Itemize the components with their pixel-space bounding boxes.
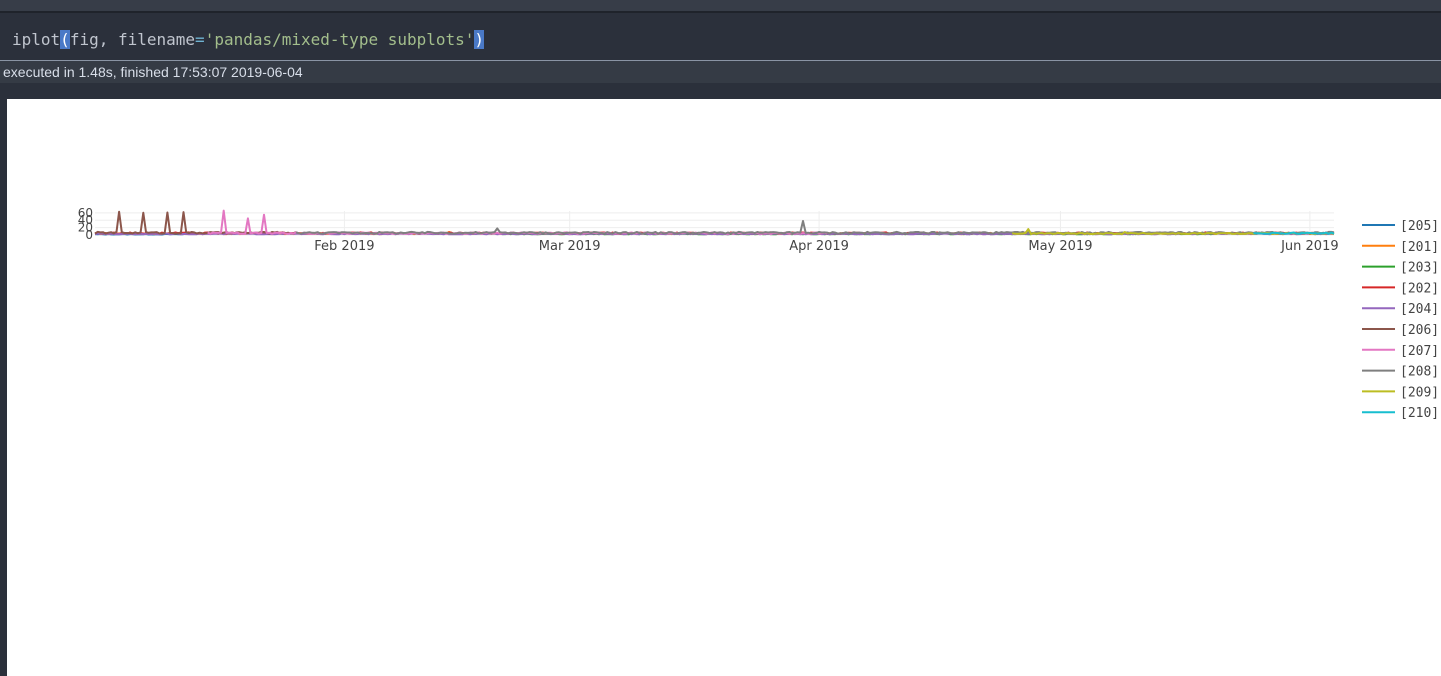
line-chart[interactable]: 0204060Feb 2019 Mar 2019 Apr 2019 May 2019 J… <box>7 99 1441 676</box>
execution-status-bar: executed in 1.48s, finished 17:53:07 201… <box>0 61 1441 83</box>
x-tick-label: Feb 2019 <box>314 239 374 254</box>
top-toolbar-strip <box>0 0 1441 11</box>
legend-entry: [203] <box>1400 261 1439 276</box>
code-fn: iplot <box>12 30 61 49</box>
legend-entry: [206] <box>1400 323 1439 338</box>
code-args: fig, filename <box>69 30 196 49</box>
y-tick-label: 60 <box>78 206 93 220</box>
legend-entry: [202] <box>1400 281 1439 296</box>
code-equals: = <box>195 30 205 49</box>
x-tick-label: May 2019 <box>1028 239 1092 254</box>
execution-status-text: executed in 1.48s, finished 17:53:07 201… <box>3 64 303 80</box>
legend-entry: [201] <box>1400 240 1439 255</box>
legend-entry: [204] <box>1400 302 1439 317</box>
code-open-paren: ( <box>60 30 70 49</box>
code-string: 'pandas/mixed-type subplots' <box>204 30 475 49</box>
code-close-paren: ) <box>474 30 485 49</box>
series-line-6 <box>207 209 828 235</box>
legend-entry: [205] <box>1400 219 1439 234</box>
legend-entry: [207] <box>1400 344 1439 359</box>
legend-entry: [209] <box>1400 385 1439 400</box>
x-tick-label: Apr 2019 <box>789 239 849 254</box>
legend-entry: [210] <box>1400 406 1439 421</box>
plot-output[interactable]: 0 20 40 60 Feb 2019 Mar 2019 Apr 2019 May 2019 J… <box>7 99 1441 676</box>
code-cell[interactable]: iplot(fig, filename='pandas/mixed-type s… <box>0 13 1441 60</box>
x-tick-label: Jun 2019 <box>1280 239 1339 254</box>
code-line[interactable]: iplot(fig, filename='pandas/mixed-type s… <box>12 29 485 51</box>
legend-entry: [208] <box>1400 365 1439 380</box>
output-gap <box>0 83 1441 99</box>
x-tick-label: Mar 2019 <box>539 239 601 254</box>
